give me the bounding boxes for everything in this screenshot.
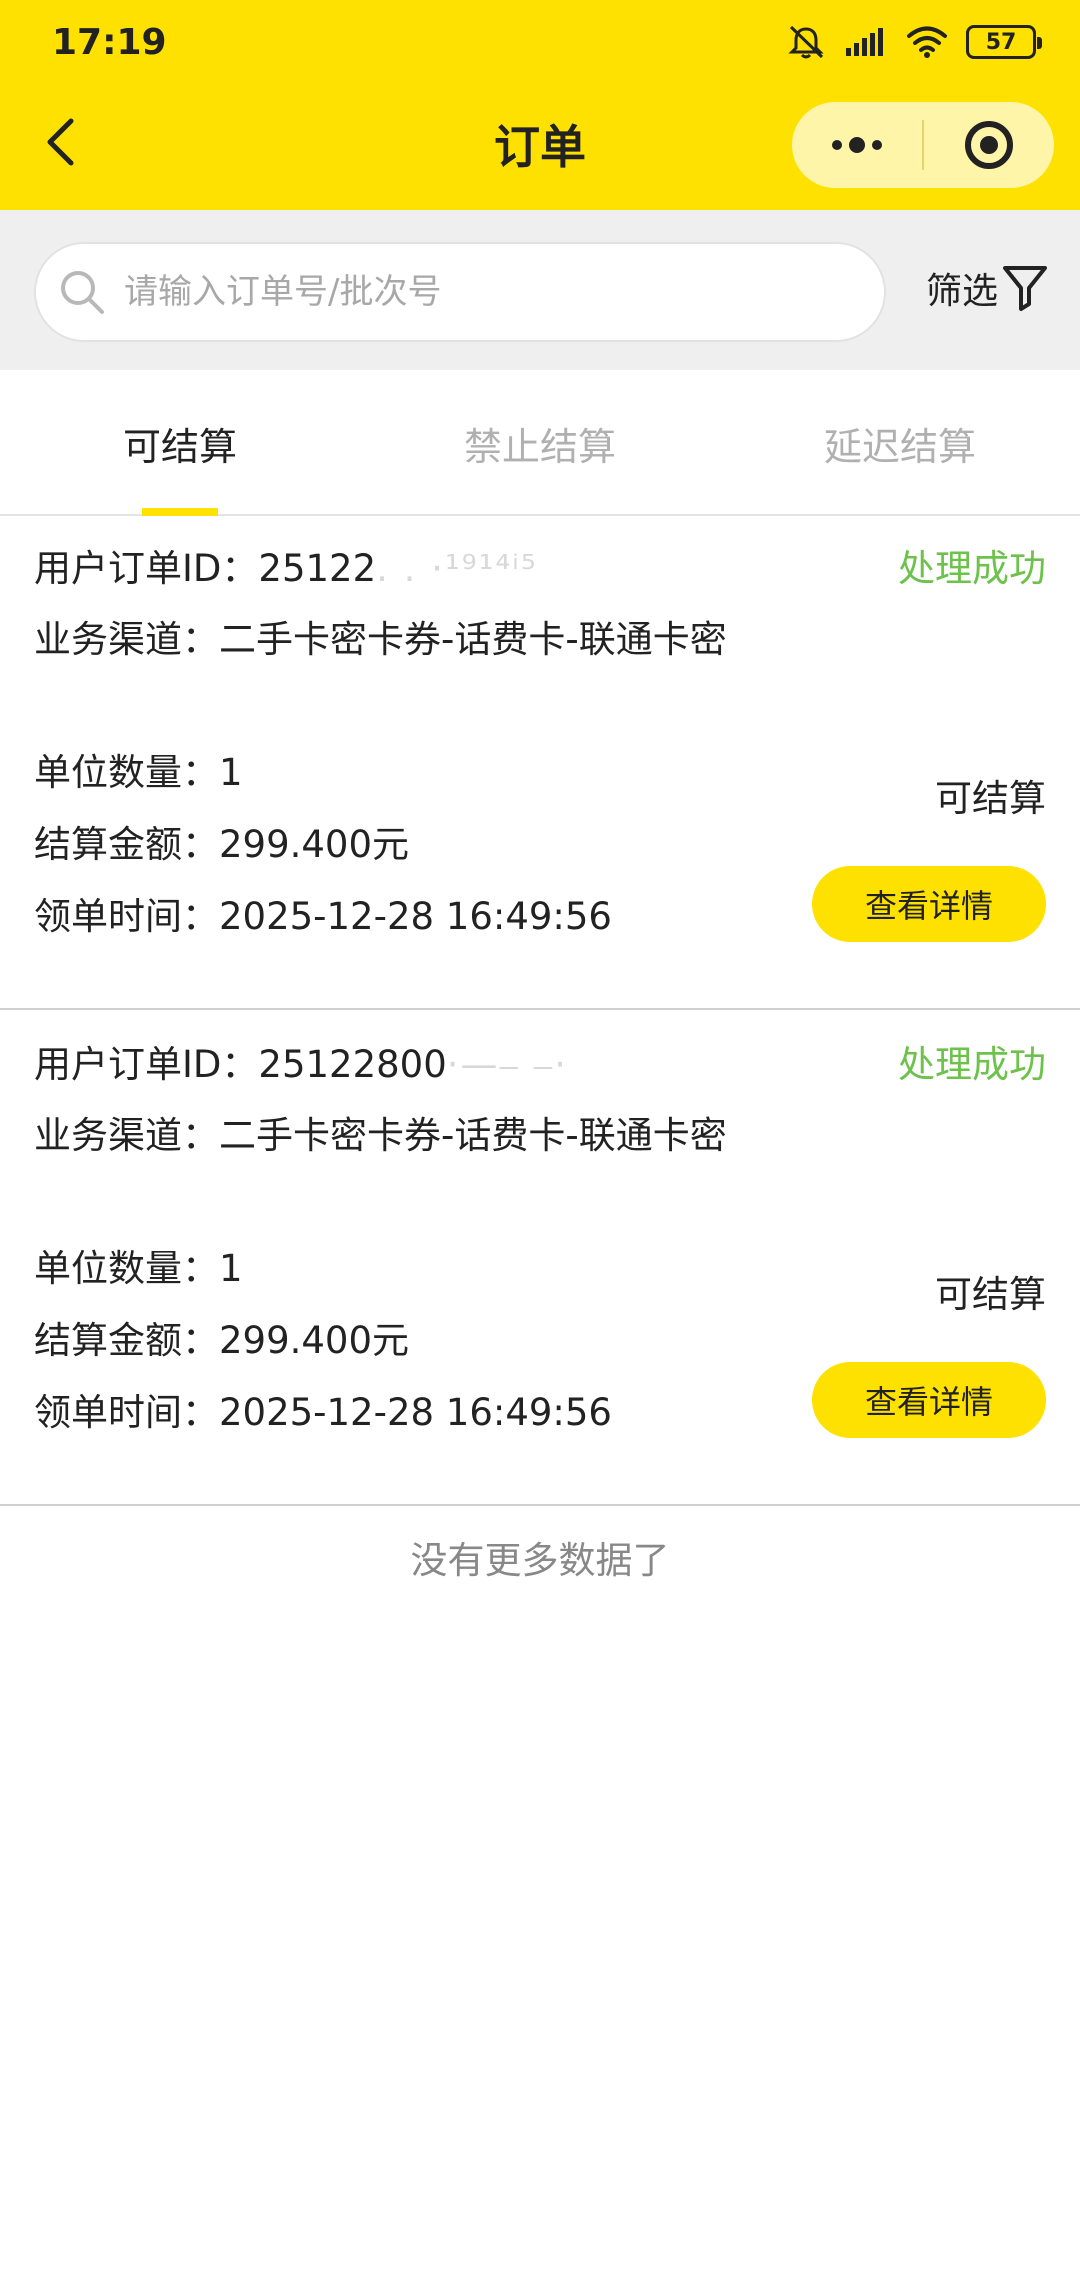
more-button[interactable] [792, 102, 922, 188]
search-icon [61, 271, 104, 314]
wifi-icon [906, 25, 948, 59]
settlement-amount: 结算金额：299.400元 [34, 1319, 410, 1362]
business-channel: 业务渠道：二手卡密卡券-话费卡-联通卡密 [34, 618, 727, 661]
order-time: 领单时间：2025-12-28 16:49:56 [34, 1391, 612, 1434]
tab-bar: 可结算 禁止结算 延迟结算 [0, 370, 1080, 518]
order-card: 用户订单ID：25122800·—⎯ ⎯· 处理成功 业务渠道：二手卡密卡券-话… [0, 1012, 1080, 1506]
order-id-value: 25122800 [258, 1043, 447, 1086]
target-circle-icon [965, 121, 1013, 169]
tab-label: 禁止结算 [463, 424, 616, 469]
order-id-label: 用户订单ID： [34, 1043, 259, 1086]
status-badge: 处理成功 [898, 547, 1046, 590]
mute-icon [786, 24, 826, 60]
order-card: 用户订单ID：25122. . ·¹⁹¹⁴ⁱ⁵ 处理成功 业务渠道：二手卡密卡券… [0, 516, 1080, 1010]
settlement-amount: 结算金额：299.400元 [34, 823, 410, 866]
order-id: 用户订单ID：25122800·—⎯ ⎯· [34, 1034, 568, 1088]
settle-status: 可结算 [935, 777, 1046, 820]
back-button[interactable] [36, 112, 84, 172]
battery-level: 57 [985, 29, 1017, 55]
capsule-menu [792, 102, 1054, 188]
unit-quantity: 单位数量：1 [34, 751, 243, 794]
close-miniprogram-button[interactable] [924, 102, 1054, 188]
filter-button[interactable]: 筛选 [926, 262, 1048, 314]
tab-forbidden[interactable]: 禁止结算 [360, 370, 720, 516]
settle-status: 可结算 [935, 1273, 1046, 1316]
status-time: 17:19 [52, 22, 167, 63]
header: 17:19 57 订单 [0, 0, 1080, 210]
tab-delayed[interactable]: 延迟结算 [720, 370, 1080, 516]
signal-icon [844, 26, 888, 58]
tab-label: 可结算 [122, 424, 237, 469]
no-more-data: 没有更多数据了 [410, 1539, 670, 1582]
back-arrow-icon [47, 118, 74, 166]
filter-funnel-icon [1003, 266, 1048, 311]
view-details-button[interactable]: 查看详情 [812, 1362, 1046, 1438]
battery-icon: 57 [966, 25, 1042, 59]
order-id: 用户订单ID：25122. . ·¹⁹¹⁴ⁱ⁵ [34, 538, 538, 592]
status-icons: 57 [786, 24, 1042, 60]
search-input[interactable] [124, 272, 824, 312]
filter-label: 筛选 [926, 271, 999, 312]
search-area: 筛选 [0, 210, 1080, 370]
tab-label: 延迟结算 [823, 424, 976, 469]
order-id-value: 25122 [258, 547, 377, 590]
business-channel: 业务渠道：二手卡密卡券-话费卡-联通卡密 [34, 1114, 727, 1157]
order-id-mask: . . ·¹⁹¹⁴ⁱ⁵ [376, 547, 538, 590]
view-details-button[interactable]: 查看详情 [812, 866, 1046, 942]
order-id-mask: ·—⎯ ⎯· [446, 1043, 569, 1086]
unit-quantity: 单位数量：1 [34, 1247, 243, 1290]
more-dots-icon [832, 137, 882, 153]
search-box[interactable] [34, 242, 886, 342]
tab-settleable[interactable]: 可结算 [0, 370, 360, 518]
order-id-label: 用户订单ID： [34, 547, 259, 590]
status-badge: 处理成功 [898, 1043, 1046, 1086]
order-time: 领单时间：2025-12-28 16:49:56 [34, 895, 612, 938]
